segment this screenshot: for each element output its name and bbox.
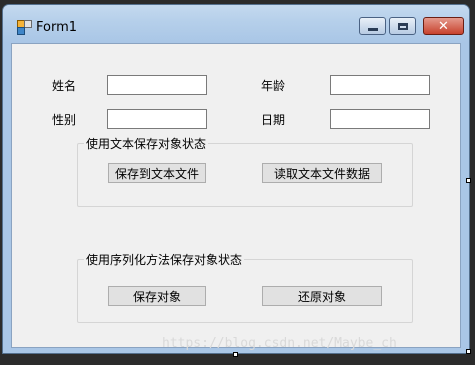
watermark: https://blog.csdn.net/Maybe_ch <box>162 336 397 351</box>
gender-label: 性别 <box>52 113 77 127</box>
window-title: Form1 <box>36 20 78 35</box>
name-input[interactable] <box>107 75 207 95</box>
date-input[interactable] <box>330 109 430 129</box>
title-bar[interactable]: Form1 ✕ <box>3 5 469 43</box>
maximize-button[interactable] <box>389 17 416 35</box>
resize-handle-right[interactable] <box>466 178 471 183</box>
minimize-button[interactable] <box>359 17 386 35</box>
maximize-icon <box>397 22 408 30</box>
age-label: 年龄 <box>261 79 286 93</box>
form1-window: Form1 ✕ 姓名 年龄 性别 日期 使用文本保存对象状态 保存到文本文件 读… <box>2 4 470 354</box>
serialize-group-legend: 使用序列化方法保存对象状态 <box>84 251 245 268</box>
text-save-group-legend: 使用文本保存对象状态 <box>84 135 209 152</box>
resize-handle-corner[interactable] <box>466 349 471 354</box>
name-label: 姓名 <box>52 79 77 93</box>
restore-object-button[interactable]: 还原对象 <box>262 286 382 306</box>
text-save-group: 使用文本保存对象状态 保存到文本文件 读取文本文件数据 <box>77 135 413 207</box>
close-icon: ✕ <box>438 18 449 34</box>
close-button[interactable]: ✕ <box>423 17 464 35</box>
age-input[interactable] <box>330 75 430 95</box>
date-label: 日期 <box>261 113 286 127</box>
serialize-group: 使用序列化方法保存对象状态 保存对象 还原对象 <box>77 251 413 323</box>
gender-input[interactable] <box>107 109 207 129</box>
read-text-button[interactable]: 读取文本文件数据 <box>262 163 382 183</box>
save-to-text-button[interactable]: 保存到文本文件 <box>108 163 206 183</box>
save-object-button[interactable]: 保存对象 <box>108 286 206 306</box>
form-client-area: 姓名 年龄 性别 日期 使用文本保存对象状态 保存到文本文件 读取文本文件数据 … <box>11 43 461 348</box>
app-icon <box>17 20 32 35</box>
minimize-icon <box>367 27 378 31</box>
resize-handle-bottom[interactable] <box>233 352 238 357</box>
